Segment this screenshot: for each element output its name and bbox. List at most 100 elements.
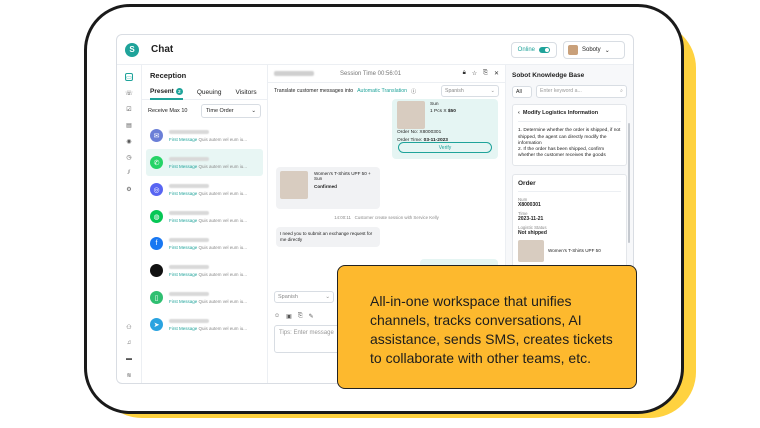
phone-icon[interactable]: ☏ <box>125 89 133 97</box>
conversation-text: First Message Quis autem vel eum iu... <box>169 318 247 331</box>
translate-language-select[interactable]: Spanish ⌄ <box>441 85 499 97</box>
product-thumbnail <box>397 101 425 129</box>
system-time: 14:00:11 <box>334 215 351 220</box>
user-circle-icon[interactable]: ◉ <box>125 137 133 145</box>
conversation-item[interactable]: f First Message Quis autem vel eum iu... <box>146 230 263 257</box>
receive-max-label: Receive Max 10 <box>148 108 188 114</box>
chevron-down-icon: ⌄ <box>490 88 495 94</box>
conversation-preview: First Message Quis autem vel eum iu... <box>169 245 247 250</box>
conversation-item[interactable]: ✆ First Message Quis autem vel eum iu... <box>146 149 263 176</box>
article-step: 1. Determine whether the order is shippe… <box>518 128 621 146</box>
verify-button[interactable]: Verify <box>398 142 492 153</box>
toggle-icon[interactable] <box>539 47 550 53</box>
conversation-preview: First Message Quis autem vel eum iu... <box>169 164 247 169</box>
conversation-name <box>169 237 209 242</box>
conversation-preview: First Message Quis autem vel eum iu... <box>169 272 247 277</box>
lang-value: Spanish <box>445 88 464 94</box>
tab-present[interactable]: Present 2 <box>150 88 183 100</box>
message-area: Sun 1 Pcs X $50 Order No: X8000301 Order… <box>268 99 505 269</box>
lock-icon[interactable]: 🔒︎ <box>463 70 466 77</box>
message-tag: First Message <box>169 190 198 196</box>
order-num: X8000301 <box>518 201 541 208</box>
wifi-icon[interactable]: ≋ <box>125 371 133 379</box>
knowledge-title: Sobot Knowledge Base <box>512 72 585 79</box>
order-price: $50 <box>447 109 456 114</box>
discord-icon: ◎ <box>150 183 163 196</box>
sms-icon: ▯ <box>150 291 163 304</box>
chart-icon[interactable]: ⫽ <box>125 169 133 177</box>
apple-icon <box>150 264 163 277</box>
knowledge-search: All Enter keyword a... ⌕ <box>512 85 627 98</box>
scrollbar[interactable] <box>628 123 630 243</box>
conversation-text: First Message Quis autem vel eum iu... <box>169 210 247 223</box>
conversation-preview: First Message Quis autem vel eum iu... <box>169 137 247 142</box>
chat-icon[interactable]: ▭ <box>125 73 133 81</box>
tab-visitors[interactable]: Visitors <box>235 89 256 96</box>
tab-queuing[interactable]: Queuing <box>197 89 222 96</box>
emoji-icon[interactable]: ☺ <box>274 313 280 320</box>
message-tag: First Message <box>169 298 198 304</box>
conversation-name <box>169 183 209 188</box>
tab-label: Present <box>150 88 174 95</box>
chevron-down-icon: ⌄ <box>325 294 330 300</box>
translate-label: Translate customer messages into <box>274 88 354 94</box>
star-icon[interactable]: ☆ <box>472 70 477 77</box>
message-tag: First Message <box>169 271 198 277</box>
transfer-icon[interactable]: ⎘ <box>483 70 488 77</box>
filter-select[interactable]: All <box>512 85 532 98</box>
user-menu[interactable]: Soboty ⌄ <box>563 41 625 59</box>
order-qty: 1 Pcs <box>430 109 442 114</box>
image-icon[interactable]: ▣ <box>286 313 292 320</box>
clock-icon[interactable]: ◷ <box>125 153 133 161</box>
online-status-toggle[interactable]: Online <box>510 42 557 58</box>
reception-title: Reception <box>150 71 187 80</box>
order-select-value: Time Order <box>206 108 234 114</box>
chat-header: Session Time 00:56:01 🔒︎ ☆ ⎘ ✕ <box>268 65 505 83</box>
order-select[interactable]: Time Order ⌄ <box>201 104 261 118</box>
chevron-left-icon[interactable]: ‹ <box>518 110 520 116</box>
conversation-item[interactable]: ◎ First Message Quis autem vel eum iu... <box>146 176 263 203</box>
conversation-text: First Message Quis autem vel eum iu... <box>169 264 247 277</box>
order-x: X <box>443 109 447 114</box>
conversation-item[interactable]: ➤ First Message Quis autem vel eum iu... <box>146 311 263 338</box>
conversation-item[interactable]: ✉ First Message Quis autem vel eum iu... <box>146 122 263 149</box>
settings-icon[interactable]: ⚙ <box>125 185 133 193</box>
chevron-down-icon: ⌄ <box>251 108 256 114</box>
message-preview: Quis autem vel eum iu... <box>198 244 248 250</box>
reception-tabs: Present 2 Queuing Visitors <box>142 86 267 100</box>
conversation-item[interactable]: ▯ First Message Quis autem vel eum iu... <box>146 284 263 311</box>
conversation-item[interactable]: First Message Quis autem vel eum iu... <box>146 257 263 284</box>
conversation-text: First Message Quis autem vel eum iu... <box>169 183 247 196</box>
order-panel: Order Num X8000301 Time 2023-11-21 Logis… <box>512 173 627 268</box>
search-input[interactable]: Enter keyword a... ⌕ <box>536 85 627 98</box>
chevron-down-icon: ⌄ <box>604 47 610 54</box>
email-icon: ✉ <box>150 129 163 142</box>
logistic-status: Not shipped <box>518 229 547 236</box>
search-icon[interactable]: ⌕ <box>620 88 623 95</box>
attach-icon[interactable]: ⎘ <box>298 313 303 320</box>
order-item: Sun <box>430 102 439 107</box>
order-card: Sun 1 Pcs X $50 Order No: X8000301 Order… <box>392 99 498 159</box>
message-tag: First Message <box>169 163 198 169</box>
system-text: Customer create session with Service Kel… <box>354 215 439 220</box>
bell-icon[interactable]: ♫ <box>125 339 133 347</box>
article-title[interactable]: ‹ Modify Logistics Information <box>518 110 621 123</box>
checklist-icon[interactable]: ☑ <box>125 105 133 113</box>
folder-icon[interactable]: ▬ <box>125 355 133 363</box>
composer-language-select[interactable]: Spanish ⌄ <box>274 291 334 303</box>
product-status: Confirmed <box>314 184 337 189</box>
conversation-name <box>169 210 209 215</box>
conversation-text: First Message Quis autem vel eum iu... <box>169 129 247 142</box>
close-icon[interactable]: ✕ <box>494 70 499 77</box>
search-placeholder: Enter keyword a... <box>540 88 582 94</box>
edit-icon[interactable]: ✎ <box>309 313 314 320</box>
order-title: Order <box>518 180 621 192</box>
conversation-item[interactable]: ◍ First Message Quis autem vel eum iu... <box>146 203 263 230</box>
auto-translation-link[interactable]: Automatic Translation <box>357 88 407 94</box>
feature-callout: All-in-one workspace that unifies channe… <box>337 265 637 389</box>
ticket-icon[interactable]: ▤ <box>125 121 133 129</box>
product-card: Women's T-Shirts UPF 50 + Sun Confirmed <box>276 167 380 209</box>
agent-icon[interactable]: ⚇ <box>125 323 133 331</box>
product-thumbnail <box>280 171 308 199</box>
conversation-preview: First Message Quis autem vel eum iu... <box>169 326 247 331</box>
